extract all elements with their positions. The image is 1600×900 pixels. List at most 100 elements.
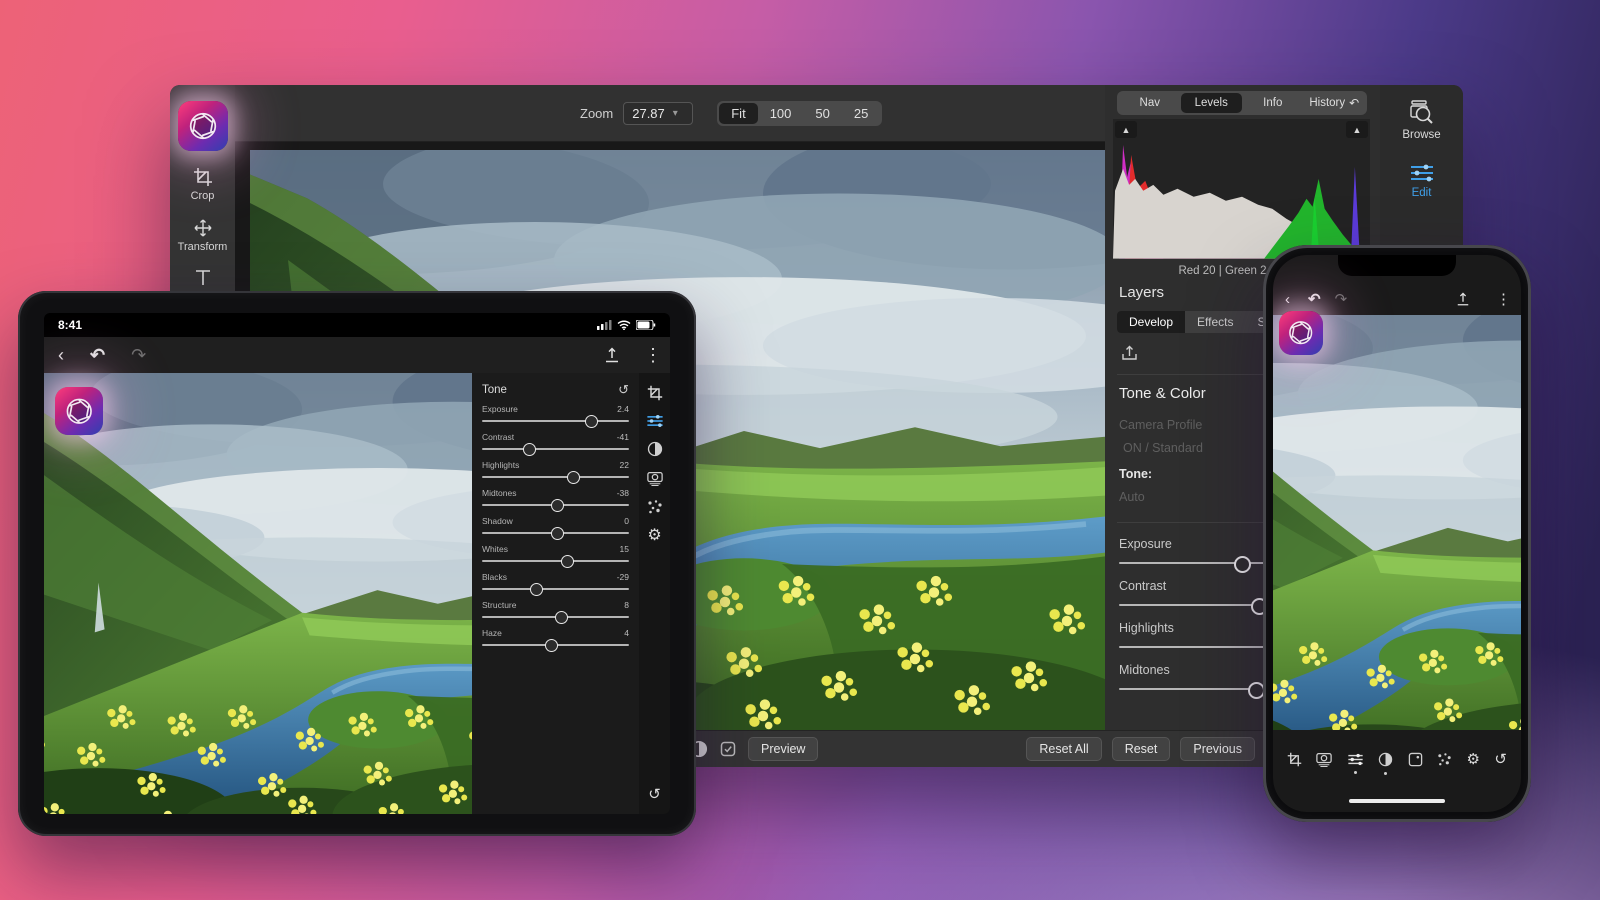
tool-transform[interactable]: Transform — [170, 218, 235, 253]
noise-icon — [1437, 752, 1452, 767]
reset-button[interactable]: Reset — [1112, 737, 1171, 761]
tablet-tool-strip: ⚙ ↺ — [639, 373, 670, 814]
slider-value: -29 — [617, 572, 629, 582]
crop-icon[interactable] — [647, 385, 663, 401]
back-icon[interactable]: ‹ — [1285, 292, 1290, 307]
slider-track[interactable] — [482, 611, 629, 623]
slider-row-highlights: Highlights22 — [482, 460, 629, 483]
tab-develop[interactable]: Develop — [1117, 311, 1185, 333]
undo-icon[interactable]: ↶ — [90, 346, 105, 364]
share-icon[interactable] — [604, 347, 620, 364]
zoom-preset-fit[interactable]: Fit — [719, 103, 757, 124]
slider-knob[interactable] — [551, 527, 564, 540]
slider-track[interactable] — [482, 583, 629, 595]
tab-info[interactable]: Info — [1242, 93, 1304, 113]
zoom-preset-100[interactable]: 100 — [758, 103, 804, 124]
slider-track[interactable] — [482, 639, 629, 651]
share-icon[interactable] — [1456, 292, 1470, 307]
reset-panel-icon[interactable]: ↺ — [618, 383, 629, 396]
history-undo-icon: ↶ — [1349, 96, 1359, 110]
undo-icon[interactable]: ↶ — [1308, 292, 1321, 307]
kebab-menu-icon[interactable]: ⋮ — [644, 346, 662, 364]
tone-value[interactable]: Auto — [1119, 490, 1145, 504]
tab-effects[interactable]: Effects — [1185, 311, 1245, 333]
camera-profile-value[interactable]: ON / Standard — [1123, 441, 1203, 455]
kebab-menu-icon[interactable]: ⋮ — [1496, 292, 1511, 307]
histogram-plot — [1113, 127, 1370, 259]
slider-track[interactable] — [482, 555, 629, 567]
slider-track[interactable] — [482, 415, 629, 427]
chevron-down-icon: ▾ — [673, 108, 678, 119]
tab-history[interactable]: History↶ — [1304, 93, 1366, 113]
slider-label: Midtones — [1119, 663, 1170, 677]
browse-mode-button[interactable]: Browse — [1380, 99, 1463, 141]
tool-tone[interactable] — [1378, 752, 1393, 767]
slider-label: Structure — [482, 600, 517, 610]
slider-track[interactable] — [482, 471, 629, 483]
redo-icon[interactable]: ↷ — [131, 346, 146, 364]
reset-icon[interactable]: ↺ — [639, 787, 670, 802]
gear-icon[interactable]: ⚙ — [647, 528, 661, 544]
home-zone — [1273, 788, 1521, 812]
previous-button[interactable]: Previous — [1180, 737, 1255, 761]
tool-settings[interactable]: ⚙ — [1467, 752, 1480, 767]
tool-overlay[interactable] — [1408, 752, 1423, 767]
tone-contrast-icon[interactable] — [647, 441, 663, 457]
slider-knob[interactable] — [1234, 556, 1251, 573]
back-icon[interactable]: ‹ — [58, 346, 64, 364]
slider-knob[interactable] — [585, 415, 598, 428]
camera-profile-label: Camera Profile — [1119, 418, 1202, 432]
slider-value: -38 — [617, 488, 629, 498]
zoom-preset-group: Fit 100 50 25 — [717, 101, 882, 126]
slider-knob[interactable] — [523, 443, 536, 456]
tool-reset[interactable]: ↺ — [1494, 752, 1507, 767]
tool-develop[interactable] — [1347, 753, 1364, 766]
slider-track[interactable] — [482, 527, 629, 539]
show-edits-checkbox-icon[interactable] — [720, 741, 736, 757]
slider-track[interactable] — [482, 499, 629, 511]
redo-icon[interactable]: ↷ — [1335, 292, 1348, 307]
slider-knob[interactable] — [555, 611, 568, 624]
preview-button[interactable]: Preview — [748, 737, 818, 761]
photo-canvas[interactable] — [44, 373, 476, 814]
cellular-signal-icon — [597, 320, 612, 330]
slider-knob[interactable] — [530, 583, 543, 596]
reset-all-button[interactable]: Reset All — [1026, 737, 1101, 761]
edit-icon — [1409, 163, 1435, 183]
tool-camera-raw[interactable] — [1316, 751, 1332, 767]
slider-label: Shadow — [482, 516, 513, 526]
scene: Zoom 27.87 ▾ Fit 100 50 25 Crop — [0, 0, 1600, 900]
zoom-preset-25[interactable]: 25 — [842, 103, 880, 124]
clock: 8:41 — [58, 318, 82, 332]
zoom-preset-50[interactable]: 50 — [803, 103, 841, 124]
noise-icon[interactable] — [647, 499, 663, 515]
slider-label: Blacks — [482, 572, 507, 582]
transform-icon — [193, 218, 213, 238]
tone-sliders: Exposure2.4Contrast-41Highlights22Midton… — [482, 404, 629, 651]
slider-knob[interactable] — [551, 499, 564, 512]
slider-track[interactable] — [482, 443, 629, 455]
slider-knob[interactable] — [545, 639, 558, 652]
slider-value: 2.4 — [617, 404, 629, 414]
photo-canvas[interactable] — [1273, 315, 1521, 730]
export-preset-icon[interactable] — [1121, 345, 1138, 362]
app-logo — [178, 101, 228, 151]
zoom-level-dropdown[interactable]: 27.87 ▾ — [623, 102, 693, 125]
edit-mode-button[interactable]: Edit — [1380, 163, 1463, 199]
tab-nav[interactable]: Nav — [1119, 93, 1181, 113]
histogram: ▲ ▲ — [1113, 119, 1370, 259]
camera-raw-icon[interactable] — [647, 470, 663, 486]
slider-label: Contrast — [1119, 579, 1166, 593]
slider-knob[interactable] — [561, 555, 574, 568]
slider-row-blacks: Blacks -29 — [482, 572, 629, 595]
slider-label: Haze — [482, 628, 502, 638]
slider-knob[interactable] — [567, 471, 580, 484]
slider-row-exposure: Exposure2.4 — [482, 404, 629, 427]
home-indicator[interactable] — [1349, 799, 1445, 804]
tab-levels[interactable]: Levels — [1181, 93, 1243, 113]
tool-crop[interactable]: Crop — [170, 167, 235, 202]
gear-icon: ⚙ — [1467, 752, 1480, 767]
tool-noise[interactable] — [1437, 752, 1452, 767]
develop-adjust-icon[interactable] — [646, 414, 664, 428]
tool-crop[interactable] — [1287, 752, 1302, 767]
